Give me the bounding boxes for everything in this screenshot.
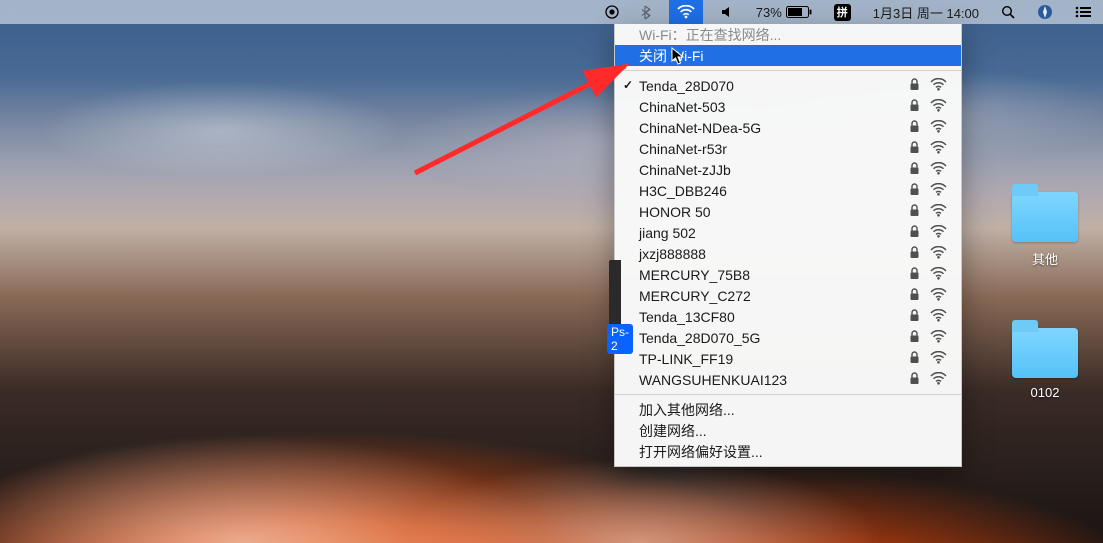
- wifi-signal-icon: [930, 183, 947, 199]
- lock-icon: [909, 330, 920, 346]
- wifi-signal-icon: [930, 267, 947, 283]
- wifi-status-icon[interactable]: [669, 0, 703, 24]
- battery-status[interactable]: 73%: [752, 0, 816, 24]
- folder-label: 其他: [1026, 248, 1064, 269]
- wifi-network-item[interactable]: Tenda_28D070_5G: [615, 327, 961, 348]
- wifi-signal-icon: [930, 288, 947, 304]
- wifi-signal-icon: [930, 78, 947, 94]
- lock-icon: [909, 372, 920, 388]
- lock-icon: [909, 99, 920, 115]
- wifi-network-name: jxzj888888: [639, 246, 706, 262]
- lock-icon: [909, 162, 920, 178]
- menu-separator: [615, 394, 961, 395]
- wifi-network-name: ChinaNet-zJJb: [639, 162, 731, 178]
- lock-icon: [909, 288, 920, 304]
- wifi-turn-off-item[interactable]: 关闭 Wi-Fi: [615, 45, 961, 66]
- wifi-status-text: Wi-Fi：正在查找网络...: [639, 25, 781, 45]
- wifi-signal-icon: [930, 309, 947, 325]
- clock-date[interactable]: 1月3日 周一 14:00: [869, 0, 983, 24]
- lock-icon: [909, 120, 920, 136]
- wifi-join-other-item[interactable]: 加入其他网络...: [615, 399, 961, 420]
- wifi-network-name: MERCURY_75B8: [639, 267, 750, 283]
- bluetooth-icon[interactable]: [637, 0, 655, 24]
- battery-percent-label: 73%: [756, 5, 782, 20]
- wifi-network-name: WANGSUHENKUAI123: [639, 372, 787, 388]
- lock-icon: [909, 351, 920, 367]
- menu-separator: [615, 70, 961, 71]
- lock-icon: [909, 246, 920, 262]
- wifi-network-item[interactable]: jiang 502: [615, 222, 961, 243]
- wifi-network-name: Tenda_13CF80: [639, 309, 735, 325]
- notification-center-icon[interactable]: [1071, 0, 1095, 24]
- wifi-network-name: jiang 502: [639, 225, 696, 241]
- lock-icon: [909, 225, 920, 241]
- wifi-network-name: ChinaNet-NDea-5G: [639, 120, 761, 136]
- wifi-network-item[interactable]: ChinaNet-r53r: [615, 138, 961, 159]
- wifi-network-item[interactable]: WANGSUHENKUAI123: [615, 369, 961, 390]
- folder-label: 0102: [1025, 384, 1066, 401]
- wifi-network-name: ChinaNet-503: [639, 99, 725, 115]
- folder-icon: [1012, 328, 1078, 378]
- wifi-network-item[interactable]: jxzj888888: [615, 243, 961, 264]
- wifi-dropdown-menu: Wi-Fi：正在查找网络... 关闭 Wi-Fi ✓ Tenda_28D070 Ch…: [614, 24, 962, 467]
- wifi-signal-icon: [930, 162, 947, 178]
- lock-icon: [909, 78, 920, 94]
- wifi-network-name: MERCURY_C272: [639, 288, 751, 304]
- wifi-signal-icon: [930, 120, 947, 136]
- wifi-signal-icon: [930, 351, 947, 367]
- wifi-network-name: Tenda_28D070_5G: [639, 330, 760, 346]
- spotlight-icon[interactable]: [997, 0, 1019, 24]
- wifi-network-item[interactable]: MERCURY_75B8: [615, 264, 961, 285]
- wifi-open-prefs-item[interactable]: 打开网络偏好设置...: [615, 441, 961, 462]
- checkmark-icon: ✓: [623, 78, 633, 92]
- lock-icon: [909, 309, 920, 325]
- wifi-network-item[interactable]: ChinaNet-NDea-5G: [615, 117, 961, 138]
- folder-icon: [1012, 192, 1078, 242]
- lock-icon: [909, 141, 920, 157]
- lock-icon: [909, 204, 920, 220]
- wifi-network-item[interactable]: TP-LINK_FF19: [615, 348, 961, 369]
- wifi-signal-icon: [930, 225, 947, 241]
- wifi-network-item[interactable]: HONOR 50: [615, 201, 961, 222]
- volume-icon[interactable]: [717, 0, 738, 24]
- wifi-network-name: TP-LINK_FF19: [639, 351, 733, 367]
- wifi-network-name: ChinaNet-r53r: [639, 141, 727, 157]
- wifi-create-network-item[interactable]: 创建网络...: [615, 420, 961, 441]
- wifi-signal-icon: [930, 372, 947, 388]
- clock-text: 1月3日 周一 14:00: [873, 3, 979, 22]
- wifi-signal-icon: [930, 141, 947, 157]
- wifi-signal-icon: [930, 204, 947, 220]
- wifi-network-item[interactable]: MERCURY_C272: [615, 285, 961, 306]
- input-method-badge[interactable]: 拼: [830, 0, 855, 24]
- wifi-network-name: HONOR 50: [639, 204, 711, 220]
- wifi-signal-icon: [930, 246, 947, 262]
- wifi-network-name: H3C_DBB246: [639, 183, 727, 199]
- desktop-file-label: Ps-2: [607, 324, 633, 354]
- wifi-network-item[interactable]: H3C_DBB246: [615, 180, 961, 201]
- lock-icon: [909, 183, 920, 199]
- safari-extension-icon[interactable]: [1033, 0, 1057, 24]
- wifi-network-name: Tenda_28D070: [639, 78, 734, 94]
- wifi-status-row: Wi-Fi：正在查找网络...: [615, 24, 961, 45]
- menu-bar: 73% 拼 1月3日 周一 14:00: [0, 0, 1103, 24]
- wifi-signal-icon: [930, 330, 947, 346]
- wifi-network-item[interactable]: Tenda_13CF80: [615, 306, 961, 327]
- wifi-network-item[interactable]: ✓ Tenda_28D070: [615, 75, 961, 96]
- wifi-network-item[interactable]: ChinaNet-zJJb: [615, 159, 961, 180]
- wifi-signal-icon: [930, 99, 947, 115]
- desktop-folder[interactable]: 其他: [1005, 192, 1085, 269]
- wifi-network-item[interactable]: ChinaNet-503: [615, 96, 961, 117]
- screen-record-icon[interactable]: [601, 0, 623, 24]
- wifi-turn-off-label: 关闭 Wi-Fi: [639, 46, 704, 66]
- desktop-file-peek[interactable]: Ps-2: [609, 260, 621, 350]
- lock-icon: [909, 267, 920, 283]
- desktop-folder[interactable]: 0102: [1005, 328, 1085, 402]
